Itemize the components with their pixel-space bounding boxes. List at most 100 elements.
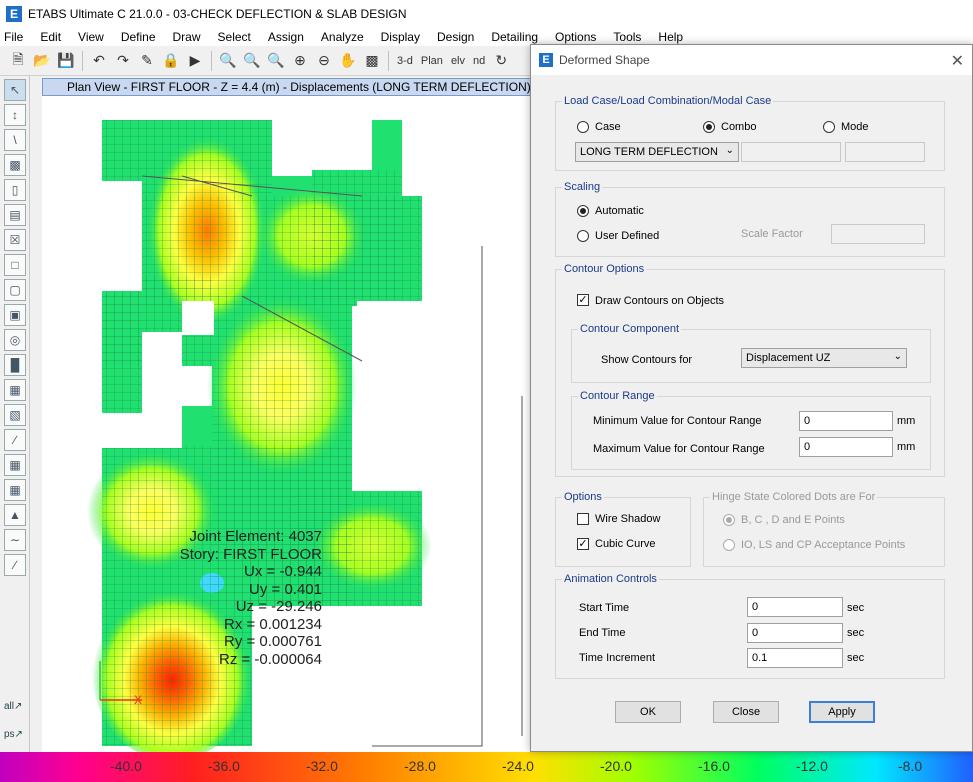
draw-column-icon[interactable]: ▯ xyxy=(4,179,26,201)
redo-icon[interactable]: ↷ xyxy=(113,51,133,71)
draw-grid-icon[interactable]: ▦ xyxy=(4,454,26,476)
menu-assign[interactable]: Assign xyxy=(268,30,304,44)
time-increment-input[interactable]: 0.1 xyxy=(747,648,843,668)
zoom-window-icon[interactable]: 🔍 xyxy=(218,51,238,71)
save-icon[interactable]: 💾 xyxy=(56,51,76,71)
window-titlebar: E ETABS Ultimate C 21.0.0 - 03-CHECK DEF… xyxy=(0,0,973,28)
zoom-in-icon[interactable]: ⊕ xyxy=(290,51,310,71)
legend-tick: -24.0 xyxy=(502,758,534,774)
select-all-icon[interactable]: all↗ xyxy=(4,701,22,712)
draw-point-icon[interactable]: ◎ xyxy=(4,329,26,351)
max-contour-input[interactable]: 0 xyxy=(799,437,893,457)
close-button[interactable]: Close xyxy=(713,701,779,723)
draw-section-cut-icon[interactable]: ▦ xyxy=(4,479,26,501)
menu-file[interactable]: File xyxy=(4,30,23,44)
draw-beam-icon[interactable]: ▩ xyxy=(4,154,26,176)
max-contour-unit: mm xyxy=(897,441,916,453)
toolbar-separator xyxy=(211,50,212,71)
menu-display[interactable]: Display xyxy=(381,30,420,44)
plan-view-canvas[interactable]: X Joint Element: 4037 Story: FIRST FLOOR… xyxy=(42,96,532,752)
combo-radio[interactable] xyxy=(703,121,715,133)
draw-brace-icon[interactable]: ▤ xyxy=(4,204,26,226)
legend-tick: -16.0 xyxy=(698,758,730,774)
contour-component-dropdown[interactable]: Displacement UZ ⌄ xyxy=(741,348,907,368)
user-defined-scaling-radio[interactable] xyxy=(577,230,589,242)
view-3d-button[interactable]: 3-d xyxy=(395,51,415,71)
draw-stair-icon[interactable]: ▲ xyxy=(4,504,26,526)
joint-uz-value: Uz = -29.246 xyxy=(235,598,322,615)
menu-tools[interactable]: Tools xyxy=(613,30,641,44)
draw-wall-stack-icon[interactable]: ▦ xyxy=(4,379,26,401)
pan-hand-icon[interactable]: ✋ xyxy=(338,51,358,71)
zoom-all-icon[interactable]: 🔍 xyxy=(266,51,286,71)
menu-define[interactable]: Define xyxy=(121,30,156,44)
draw-link-icon[interactable]: ∕ xyxy=(4,429,26,451)
menu-select[interactable]: Select xyxy=(218,30,251,44)
draw-cross-brace-icon[interactable]: ☒ xyxy=(4,229,26,251)
joint-element-label: Joint Element: 4037 xyxy=(189,528,322,545)
legend-tick: -40.0 xyxy=(110,758,142,774)
draw-line-icon[interactable]: \ xyxy=(4,129,26,151)
menu-detailing[interactable]: Detailing xyxy=(491,30,538,44)
chevron-down-icon: ⌄ xyxy=(725,145,734,156)
menu-view[interactable]: View xyxy=(78,30,104,44)
menu-draw[interactable]: Draw xyxy=(173,30,201,44)
menu-design[interactable]: Design xyxy=(437,30,474,44)
start-time-label: Start Time xyxy=(579,602,630,614)
wire-shadow-checkbox[interactable] xyxy=(577,513,589,525)
lock-icon[interactable]: 🔒 xyxy=(161,51,181,71)
joint-story-label: Story: FIRST FLOOR xyxy=(179,545,322,563)
etabs-logo-icon: E xyxy=(539,53,553,67)
start-time-input[interactable]: 0 xyxy=(747,597,843,617)
view-nd-button[interactable]: nd xyxy=(471,51,487,71)
draw-contours-checkbox[interactable]: ✓ xyxy=(577,294,589,306)
user-defined-scaling-label: User Defined xyxy=(595,230,660,242)
draw-wall-icon[interactable]: █ xyxy=(4,354,26,376)
chevron-down-icon: ⌄ xyxy=(893,351,902,362)
cubic-curve-checkbox[interactable]: ✓ xyxy=(577,538,589,550)
load-combo-dropdown[interactable]: LONG TERM DEFLECTION ⌄ xyxy=(575,142,739,162)
end-time-input[interactable]: 0 xyxy=(747,623,843,643)
draw-rect-floor-icon[interactable]: ▢ xyxy=(4,279,26,301)
slab-opening xyxy=(102,181,142,291)
draw-pier-icon[interactable]: ▧ xyxy=(4,404,26,426)
draw-dimension-icon[interactable]: ∕ xyxy=(4,554,26,576)
draw-opening-icon[interactable]: ▣ xyxy=(4,304,26,326)
automatic-scaling-radio[interactable] xyxy=(577,205,589,217)
zoom-restore-icon[interactable]: 🔍 xyxy=(242,51,262,71)
end-time-label: End Time xyxy=(579,627,626,639)
min-contour-input[interactable]: 0 xyxy=(799,411,893,431)
hinge-state-group: Hinge State Colored Dots are For xyxy=(703,491,945,567)
run-analysis-icon[interactable]: ▶ xyxy=(185,51,205,71)
open-file-icon[interactable]: 📂 xyxy=(32,51,52,71)
case-radio[interactable] xyxy=(577,121,589,133)
menu-options[interactable]: Options xyxy=(555,30,596,44)
view-elevation-button[interactable]: elv xyxy=(449,51,467,71)
slab-opening xyxy=(142,332,182,384)
rubber-band-icon[interactable]: ▩ xyxy=(362,51,382,71)
menu-help[interactable]: Help xyxy=(658,30,683,44)
mode-radio[interactable] xyxy=(823,121,835,133)
new-file-icon[interactable]: 🗎 xyxy=(8,51,28,71)
combo-radio-label: Combo xyxy=(721,121,757,133)
zoom-out-icon[interactable]: ⊖ xyxy=(314,51,334,71)
legend-tick: -8.0 xyxy=(898,758,923,774)
draw-floor-icon[interactable]: □ xyxy=(4,254,26,276)
apply-button[interactable]: Apply xyxy=(809,701,875,723)
legend-tick: -36.0 xyxy=(208,758,240,774)
rotate-icon[interactable]: ↻ xyxy=(491,51,511,71)
draw-wave-icon[interactable]: ∼ xyxy=(4,529,26,551)
plan-view-title: Plan View - FIRST FLOOR - Z = 4.4 (m) - … xyxy=(42,78,534,96)
menu-edit[interactable]: Edit xyxy=(40,30,61,44)
previous-selection-icon[interactable]: ps↗ xyxy=(4,729,23,740)
close-icon[interactable]: ✕ xyxy=(951,51,964,71)
ok-button[interactable]: OK xyxy=(615,701,681,723)
reshape-icon[interactable]: ↕ xyxy=(4,104,26,126)
svg-text:X: X xyxy=(134,693,142,707)
view-plan-button[interactable]: Plan xyxy=(419,51,445,71)
pencil-icon[interactable]: ✎ xyxy=(137,51,157,71)
menu-analyze[interactable]: Analyze xyxy=(321,30,364,44)
hinge-bcde-radio xyxy=(723,514,735,526)
pointer-icon[interactable]: ↖ xyxy=(4,79,26,101)
undo-icon[interactable]: ↶ xyxy=(89,51,109,71)
